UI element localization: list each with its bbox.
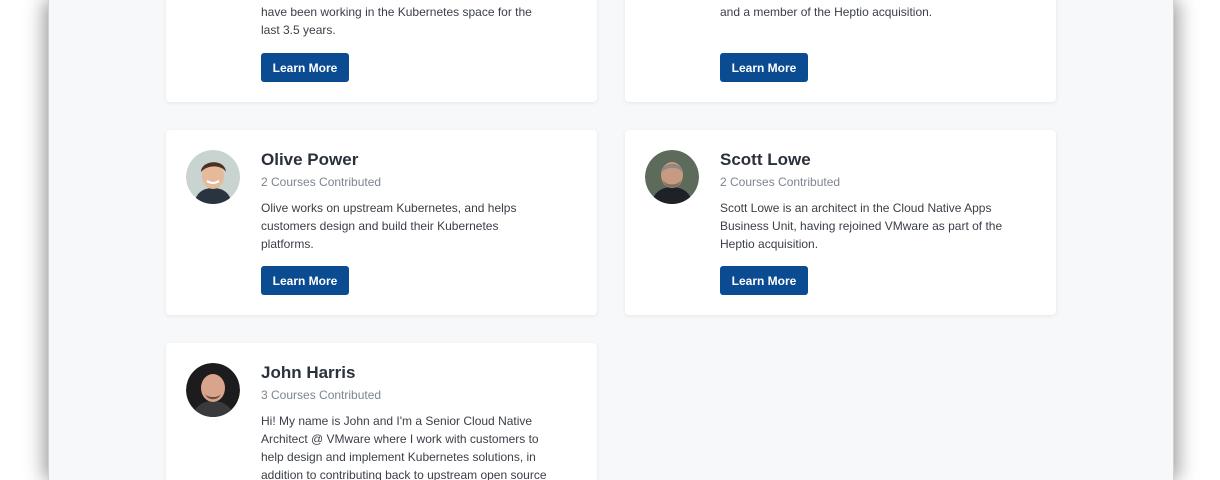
avatar-photo-icon <box>645 150 699 204</box>
learn-more-button[interactable]: Learn More <box>261 266 349 295</box>
bio-line: Olive works on upstream Kubernetes, and … <box>261 201 517 215</box>
author-card: Olive Power 2 Courses Contributed Olive … <box>166 130 597 315</box>
learn-more-button[interactable]: Learn More <box>720 266 808 295</box>
bio-line: addition to contributing back to upstrea… <box>261 468 547 480</box>
bio-line: customers design and build their Kuberne… <box>261 219 499 233</box>
author-name[interactable]: John Harris <box>261 362 579 384</box>
learn-more-button[interactable]: Learn More <box>261 53 349 82</box>
avatar[interactable] <box>645 150 699 204</box>
author-card: John Harris 3 Courses Contributed Hi! My… <box>166 343 597 480</box>
author-card: have been working in the Kubernetes spac… <box>166 0 597 102</box>
bio-line: last 3.5 years. <box>261 23 336 37</box>
author-card: and a member of the Heptio acquisition. … <box>625 0 1056 102</box>
bio-line: Hi! My name is John and I'm a Senior Clo… <box>261 414 533 428</box>
bio-line: have been working in the Kubernetes spac… <box>261 5 532 19</box>
author-card: Scott Lowe 2 Courses Contributed Scott L… <box>625 130 1056 315</box>
author-bio: Olive works on upstream Kubernetes, and … <box>261 199 579 253</box>
course-count: 3 Courses Contributed <box>261 388 382 402</box>
bio-line: and a member of the Heptio acquisition. <box>720 5 933 19</box>
bio-line: Architect @ VMware where I work with cus… <box>261 432 539 446</box>
bio-line: Business Unit, having rejoined VMware as… <box>720 219 1003 233</box>
bio-line: Heptio acquisition. <box>720 237 819 251</box>
author-name[interactable]: Olive Power <box>261 149 579 171</box>
avatar-photo-icon <box>186 363 240 417</box>
bio-line: help design and implement Kubernetes sol… <box>261 450 536 464</box>
author-bio: and a member of the Heptio acquisition. <box>720 3 1038 21</box>
author-bio: have been working in the Kubernetes spac… <box>261 3 579 39</box>
course-count: 2 Courses Contributed <box>261 175 382 189</box>
author-name[interactable]: Scott Lowe <box>720 149 1038 171</box>
author-bio: Hi! My name is John and I'm a Senior Clo… <box>261 412 579 480</box>
avatar[interactable] <box>186 150 240 204</box>
browser-window: have been working in the Kubernetes spac… <box>48 0 1174 480</box>
avatar-photo-icon <box>186 150 240 204</box>
learn-more-button[interactable]: Learn More <box>720 53 808 82</box>
course-count: 2 Courses Contributed <box>720 175 841 189</box>
bio-line: platforms. <box>261 237 314 251</box>
author-bio: Scott Lowe is an architect in the Cloud … <box>720 199 1038 253</box>
bio-line: Scott Lowe is an architect in the Cloud … <box>720 201 992 215</box>
avatar[interactable] <box>186 363 240 417</box>
